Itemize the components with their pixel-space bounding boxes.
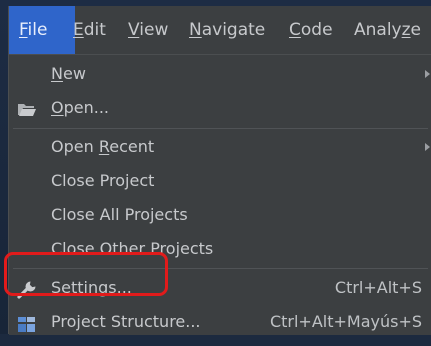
submenu-arrow-icon	[425, 70, 430, 78]
menu-item-open[interactable]: Open...	[9, 91, 431, 125]
menu-separator	[13, 128, 428, 129]
menu-item-label: Close All Projects	[51, 205, 188, 224]
menu-item-label: Close Other Projects	[51, 239, 214, 258]
menu-item-label: New	[51, 64, 86, 83]
menu-item-label: Settings...	[51, 278, 132, 297]
file-menu-dropdown: New Open... Open Recent Close Project Cl…	[9, 54, 431, 335]
ide-window: File Edit View Navigate Code Analyze New…	[8, 6, 431, 335]
menu-item-shortcut: Ctrl+Alt+S	[334, 278, 422, 297]
menu-analyze[interactable]: Analyze	[354, 6, 421, 54]
menu-view[interactable]: View	[128, 6, 168, 54]
menu-item-label: Close Project	[51, 171, 155, 190]
menu-file[interactable]: File	[9, 6, 75, 54]
menu-item-settings[interactable]: Settings... Ctrl+Alt+S	[9, 271, 431, 305]
menu-item-open-recent[interactable]: Open Recent	[9, 130, 431, 164]
menu-item-label: Open Recent	[51, 137, 155, 156]
menu-edit[interactable]: Edit	[73, 6, 106, 54]
menu-item-close-all-projects[interactable]: Close All Projects	[9, 198, 431, 232]
wrench-icon	[17, 278, 37, 299]
menu-separator	[13, 268, 428, 269]
menu-item-close-project[interactable]: Close Project	[9, 164, 431, 198]
menu-code[interactable]: Code	[289, 6, 333, 54]
submenu-arrow-icon	[425, 143, 430, 151]
folder-icon	[17, 98, 37, 118]
project-structure-icon	[17, 312, 37, 332]
menu-bar: File Edit View Navigate Code Analyze	[9, 6, 431, 54]
menu-navigate[interactable]: Navigate	[189, 6, 265, 54]
menu-item-close-other-projects[interactable]: Close Other Projects	[9, 232, 431, 266]
menu-item-label: Open...	[51, 98, 109, 117]
menu-item-new[interactable]: New	[9, 57, 431, 91]
